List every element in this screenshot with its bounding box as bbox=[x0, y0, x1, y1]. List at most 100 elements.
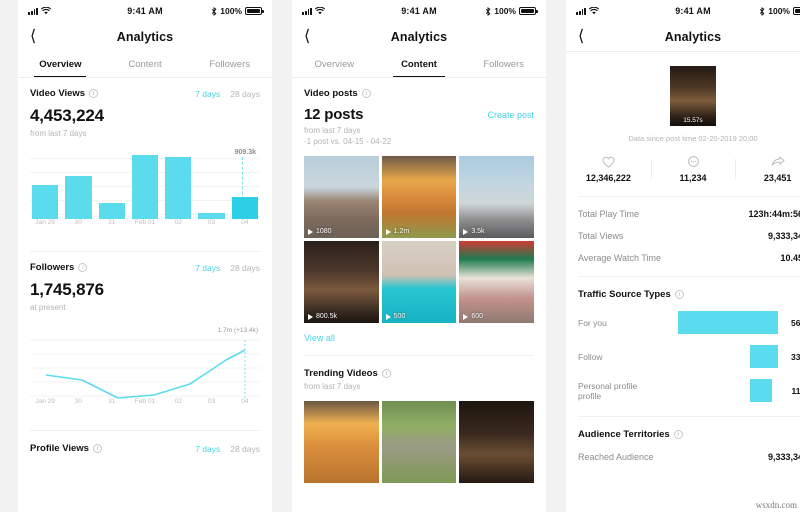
territories-title: Audience Territories bbox=[578, 429, 670, 440]
metric-key: Average Watch Time bbox=[578, 253, 662, 263]
tab-content[interactable]: Content bbox=[103, 52, 188, 77]
tab-overview[interactable]: Overview bbox=[18, 52, 103, 77]
x-label-2: 31 bbox=[108, 398, 116, 405]
play-count: 1.2m bbox=[385, 228, 409, 235]
play-count: 800.5k bbox=[308, 313, 337, 320]
video-views-value: 4,453,224 bbox=[30, 106, 104, 125]
video-tile[interactable]: 600 bbox=[459, 241, 534, 323]
tab-bar: Overview Content Followers bbox=[292, 52, 546, 78]
video-posts-header: Video posts i bbox=[304, 88, 534, 99]
range-28-days[interactable]: 28 days bbox=[230, 263, 260, 273]
city-street-thumbnail bbox=[304, 156, 379, 238]
metric-value: 9,333,345 bbox=[767, 231, 800, 241]
burger-thumbnail bbox=[381, 156, 457, 238]
traffic-bar bbox=[750, 345, 778, 368]
dark-corridor-thumbnail bbox=[459, 401, 534, 483]
post-detail-scroll[interactable]: 15.57s Data since post time 02-20-2019 2… bbox=[566, 52, 800, 512]
profile-views-range: 7 days 28 days bbox=[195, 444, 260, 454]
video-tile[interactable]: 3.5k bbox=[459, 156, 534, 238]
video-views-header: Video Views i 7 days 28 days bbox=[30, 88, 260, 99]
x-label-6: 04 bbox=[241, 219, 249, 226]
metric-row: Total Views 9,333,345 bbox=[578, 219, 800, 241]
tab-bar: Overview Content Followers bbox=[18, 52, 272, 78]
engagement-stats: 12,346,222 11,234 23,451 bbox=[566, 155, 800, 183]
traffic-label: Personal profile profile bbox=[578, 380, 638, 401]
play-icon bbox=[308, 313, 313, 320]
status-time: 9:41 AM bbox=[675, 6, 711, 16]
info-icon[interactable]: i bbox=[361, 89, 371, 98]
fries-burger-thumbnail bbox=[304, 401, 379, 483]
info-icon[interactable]: i bbox=[92, 444, 102, 453]
range-28-days[interactable]: 28 days bbox=[230, 89, 260, 99]
video-tile[interactable]: 800.5k bbox=[304, 241, 379, 323]
bar-2 bbox=[98, 203, 125, 219]
info-icon[interactable]: i bbox=[89, 89, 99, 98]
profile-views-header: Profile Views i 7 days 28 days bbox=[30, 443, 260, 454]
video-posts-note-2: -1 post vs. 04-15 - 04-22 bbox=[304, 137, 392, 146]
dark-hall-thumbnail bbox=[304, 241, 379, 323]
info-icon[interactable]: i bbox=[78, 263, 88, 272]
play-count: 500 bbox=[385, 313, 405, 320]
followers-title: Followers bbox=[30, 262, 75, 273]
range-7-days[interactable]: 7 days bbox=[195, 444, 220, 454]
info-icon[interactable]: i bbox=[673, 430, 683, 439]
trending-grid bbox=[304, 401, 534, 483]
metrics-block: Total Play Time 123h:44m:56s Total Views… bbox=[566, 196, 800, 462]
tab-overview[interactable]: Overview bbox=[292, 52, 377, 77]
snow-crowd-thumbnail bbox=[459, 156, 534, 238]
x-label-1: 30 bbox=[74, 219, 83, 226]
x-label-0: Jan 29 bbox=[35, 398, 55, 405]
info-icon[interactable]: i bbox=[381, 369, 391, 378]
line-gridlines bbox=[30, 339, 260, 397]
traffic-row-follow: Follow 33% bbox=[578, 345, 800, 368]
followers-header: Followers i 7 days 28 days bbox=[30, 262, 260, 273]
create-post-button[interactable]: Create post bbox=[487, 110, 534, 120]
tab-content[interactable]: Content bbox=[377, 52, 462, 77]
screenshot-stage: 9:41 AM 100% ⟨ Analytics Overview Conten… bbox=[0, 0, 800, 512]
trending-header: Trending Videos i bbox=[304, 368, 534, 379]
video-tile[interactable] bbox=[381, 401, 457, 483]
profile-views-title: Profile Views bbox=[30, 443, 89, 454]
video-tile[interactable]: 1.2m bbox=[381, 156, 457, 238]
x-label-5: 03 bbox=[207, 219, 216, 226]
video-tile[interactable]: 1080 bbox=[304, 156, 379, 238]
divider bbox=[578, 416, 800, 417]
video-tile[interactable] bbox=[459, 401, 534, 483]
tab-followers[interactable]: Followers bbox=[187, 52, 272, 77]
section-profile-views: Profile Views i 7 days 28 days bbox=[18, 431, 272, 454]
video-tile[interactable] bbox=[304, 401, 379, 483]
x-label-1: 30 bbox=[74, 398, 83, 405]
status-time: 9:41 AM bbox=[401, 6, 437, 16]
range-7-days[interactable]: 7 days bbox=[195, 89, 220, 99]
play-icon bbox=[385, 228, 391, 235]
content-scroll[interactable]: Video posts i 12 posts Create post from … bbox=[292, 78, 546, 512]
section-followers: Followers i 7 days 28 days 1,745,876 at … bbox=[18, 252, 272, 431]
range-28-days[interactable]: 28 days bbox=[230, 444, 260, 454]
x-label-0: Jan 29 bbox=[35, 219, 55, 226]
metric-key: Total Play Time bbox=[578, 209, 640, 219]
traffic-percent: 33% bbox=[790, 351, 800, 362]
nav-bar: ⟨ Analytics bbox=[566, 22, 800, 52]
stat-likes: 12,346,222 bbox=[566, 155, 651, 183]
line-x-axis: Jan 29 30 31 Feb 01 02 03 04 bbox=[30, 398, 260, 416]
bar-3 bbox=[131, 155, 159, 219]
video-posts-title: Video posts bbox=[304, 88, 358, 99]
video-tile[interactable]: 500 bbox=[381, 241, 457, 323]
view-all-link[interactable]: View all bbox=[304, 333, 534, 343]
metric-value: 123h:44m:56s bbox=[748, 209, 800, 219]
range-7-days[interactable]: 7 days bbox=[195, 263, 220, 273]
x-label-4: 02 bbox=[174, 219, 182, 226]
play-icon bbox=[463, 228, 469, 235]
tab-followers[interactable]: Followers bbox=[461, 52, 546, 77]
territories-value: 9,333,345 bbox=[767, 452, 800, 462]
info-icon[interactable]: i bbox=[674, 290, 684, 299]
followers-value: 1,745,876 bbox=[30, 280, 104, 299]
video-duration: 15.57s bbox=[683, 117, 703, 124]
status-time: 9:41 AM bbox=[127, 6, 163, 16]
post-thumbnail[interactable]: 15.57s bbox=[670, 66, 716, 126]
video-grid: 1080 1.2m 3.5k 800.5k 500 600 bbox=[304, 156, 534, 323]
overview-scroll[interactable]: Video Views i 7 days 28 days 4,453,224 f… bbox=[18, 78, 272, 512]
likes-value: 12,346,222 bbox=[585, 173, 631, 183]
status-bar: 9:41 AM 100% bbox=[566, 0, 800, 22]
section-trending-videos: Trending Videos i from last 7 days bbox=[292, 356, 546, 483]
